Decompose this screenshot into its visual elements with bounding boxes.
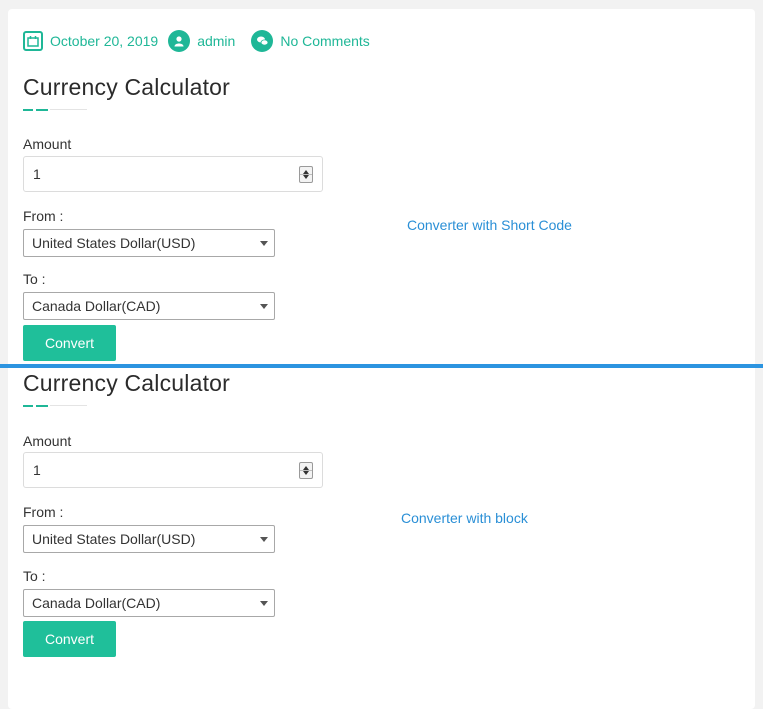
from-currency-select[interactable]: United States Dollar(USD): [23, 525, 275, 553]
calendar-icon: [23, 31, 43, 51]
amount-label: Amount: [23, 433, 72, 449]
chevron-down-icon: [260, 601, 268, 606]
post-comments-text[interactable]: No Comments: [280, 33, 369, 49]
amount-input[interactable]: 1: [23, 452, 323, 488]
to-currency-select[interactable]: Canada Dollar(CAD): [23, 292, 275, 320]
calculator-title: Currency Calculator: [23, 370, 231, 396]
chevron-down-icon: [260, 537, 268, 542]
user-icon: [168, 30, 191, 52]
to-currency-select[interactable]: Canada Dollar(CAD): [23, 589, 275, 617]
post-date-text[interactable]: October 20, 2019: [50, 33, 158, 49]
convert-button[interactable]: Convert: [23, 621, 116, 657]
amount-input[interactable]: 1: [23, 156, 323, 192]
converter-title-block: Currency Calculator: [23, 370, 343, 407]
to-currency-value: Canada Dollar(CAD): [32, 298, 161, 314]
amount-value: 1: [33, 462, 41, 478]
converter-title-block: Currency Calculator: [23, 74, 343, 111]
title-underline: [23, 109, 87, 111]
converter-note: Converter with Short Code: [407, 217, 572, 233]
chat-bubbles-icon: [251, 30, 274, 52]
number-spinner-icon[interactable]: [299, 166, 313, 183]
from-label: From :: [23, 504, 64, 520]
to-label: To :: [23, 271, 46, 287]
post-author-text[interactable]: admin: [197, 33, 235, 49]
amount-label: Amount: [23, 136, 72, 152]
title-underline: [23, 405, 87, 407]
chevron-down-icon: [260, 241, 268, 246]
post-meta: October 20, 2019 admin No Comments: [23, 30, 380, 52]
from-currency-select[interactable]: United States Dollar(USD): [23, 229, 275, 257]
post-comments[interactable]: No Comments: [251, 30, 370, 52]
amount-value: 1: [33, 166, 41, 182]
to-label: To :: [23, 568, 46, 584]
converter-note: Converter with block: [401, 510, 528, 526]
post-author[interactable]: admin: [168, 30, 235, 52]
post-date[interactable]: October 20, 2019: [23, 31, 158, 51]
from-label: From :: [23, 208, 64, 224]
section-divider: [0, 364, 763, 368]
chevron-down-icon: [260, 304, 268, 309]
convert-button[interactable]: Convert: [23, 325, 116, 361]
number-spinner-icon[interactable]: [299, 462, 313, 479]
from-currency-value: United States Dollar(USD): [32, 235, 196, 251]
to-currency-value: Canada Dollar(CAD): [32, 595, 161, 611]
from-currency-value: United States Dollar(USD): [32, 531, 196, 547]
calculator-title: Currency Calculator: [23, 74, 231, 100]
